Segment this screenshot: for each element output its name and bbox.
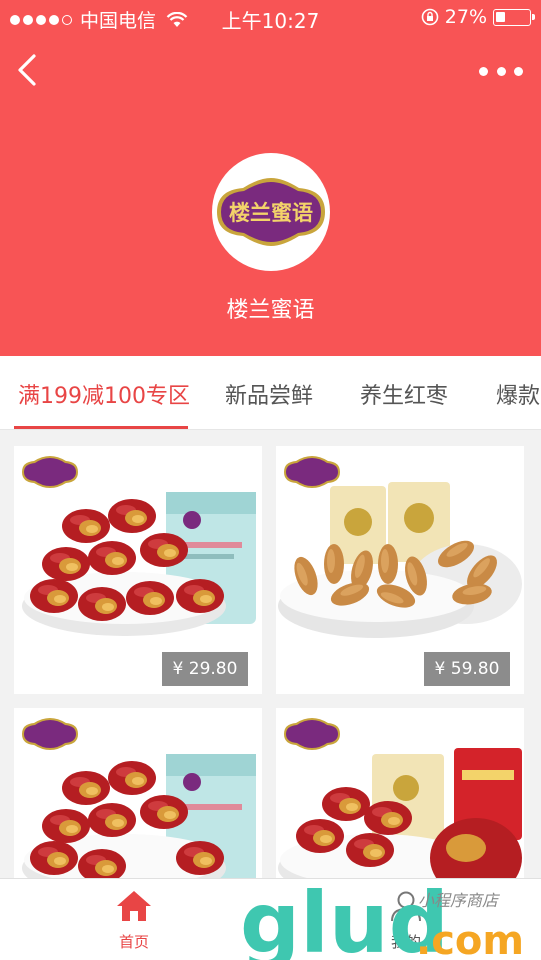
category-tabs: 满199减100专区 新品尝鲜 养生红枣 爆款 <box>0 356 541 430</box>
tab-mine-label: 我的 <box>390 933 421 951</box>
product-image-dates-walnut <box>22 456 256 636</box>
shop-logo-badge: 楼兰蜜语 <box>217 178 325 246</box>
svg-text:楼兰蜜语: 楼兰蜜语 <box>229 201 313 225</box>
battery-icon <box>493 8 535 26</box>
battery-percent: 27% <box>444 6 487 28</box>
shop-header: 中国电信 上午10:27 27% 楼兰蜜语 楼兰蜜语 <box>0 0 541 356</box>
tab-bestsellers[interactable]: 爆款 <box>496 378 540 410</box>
product-card[interactable]: ¥ 29.80 <box>14 446 262 694</box>
product-image-dates-mix <box>278 718 522 888</box>
product-price: ¥ 59.80 <box>424 652 510 686</box>
product-image-almonds <box>278 456 522 638</box>
product-image-dates-walnut <box>22 718 256 888</box>
active-tab-indicator <box>14 426 188 429</box>
tab-home-label: 首页 <box>118 933 149 951</box>
more-options-button[interactable] <box>479 60 523 82</box>
product-card[interactable] <box>14 708 262 888</box>
tab-home[interactable]: 首页 <box>94 889 174 952</box>
shop-logo: 楼兰蜜语 <box>212 153 330 271</box>
tab-discount-zone[interactable]: 满199减100专区 <box>18 378 190 410</box>
back-icon[interactable] <box>10 50 50 90</box>
rotation-lock-icon <box>421 8 439 26</box>
home-icon <box>117 891 151 921</box>
product-card[interactable]: ¥ 59.80 <box>276 446 524 694</box>
tab-new-products[interactable]: 新品尝鲜 <box>225 378 313 410</box>
tab-health-dates[interactable]: 养生红枣 <box>360 378 448 410</box>
user-icon <box>391 891 421 922</box>
product-price: ¥ 29.80 <box>162 652 248 686</box>
bottom-tab-bar: 首页 我的 <box>0 878 541 960</box>
product-card[interactable] <box>276 708 524 888</box>
shop-name: 楼兰蜜语 <box>226 298 315 323</box>
tab-mine[interactable]: 我的 <box>366 889 446 952</box>
status-bar: 中国电信 上午10:27 27% <box>0 0 541 34</box>
